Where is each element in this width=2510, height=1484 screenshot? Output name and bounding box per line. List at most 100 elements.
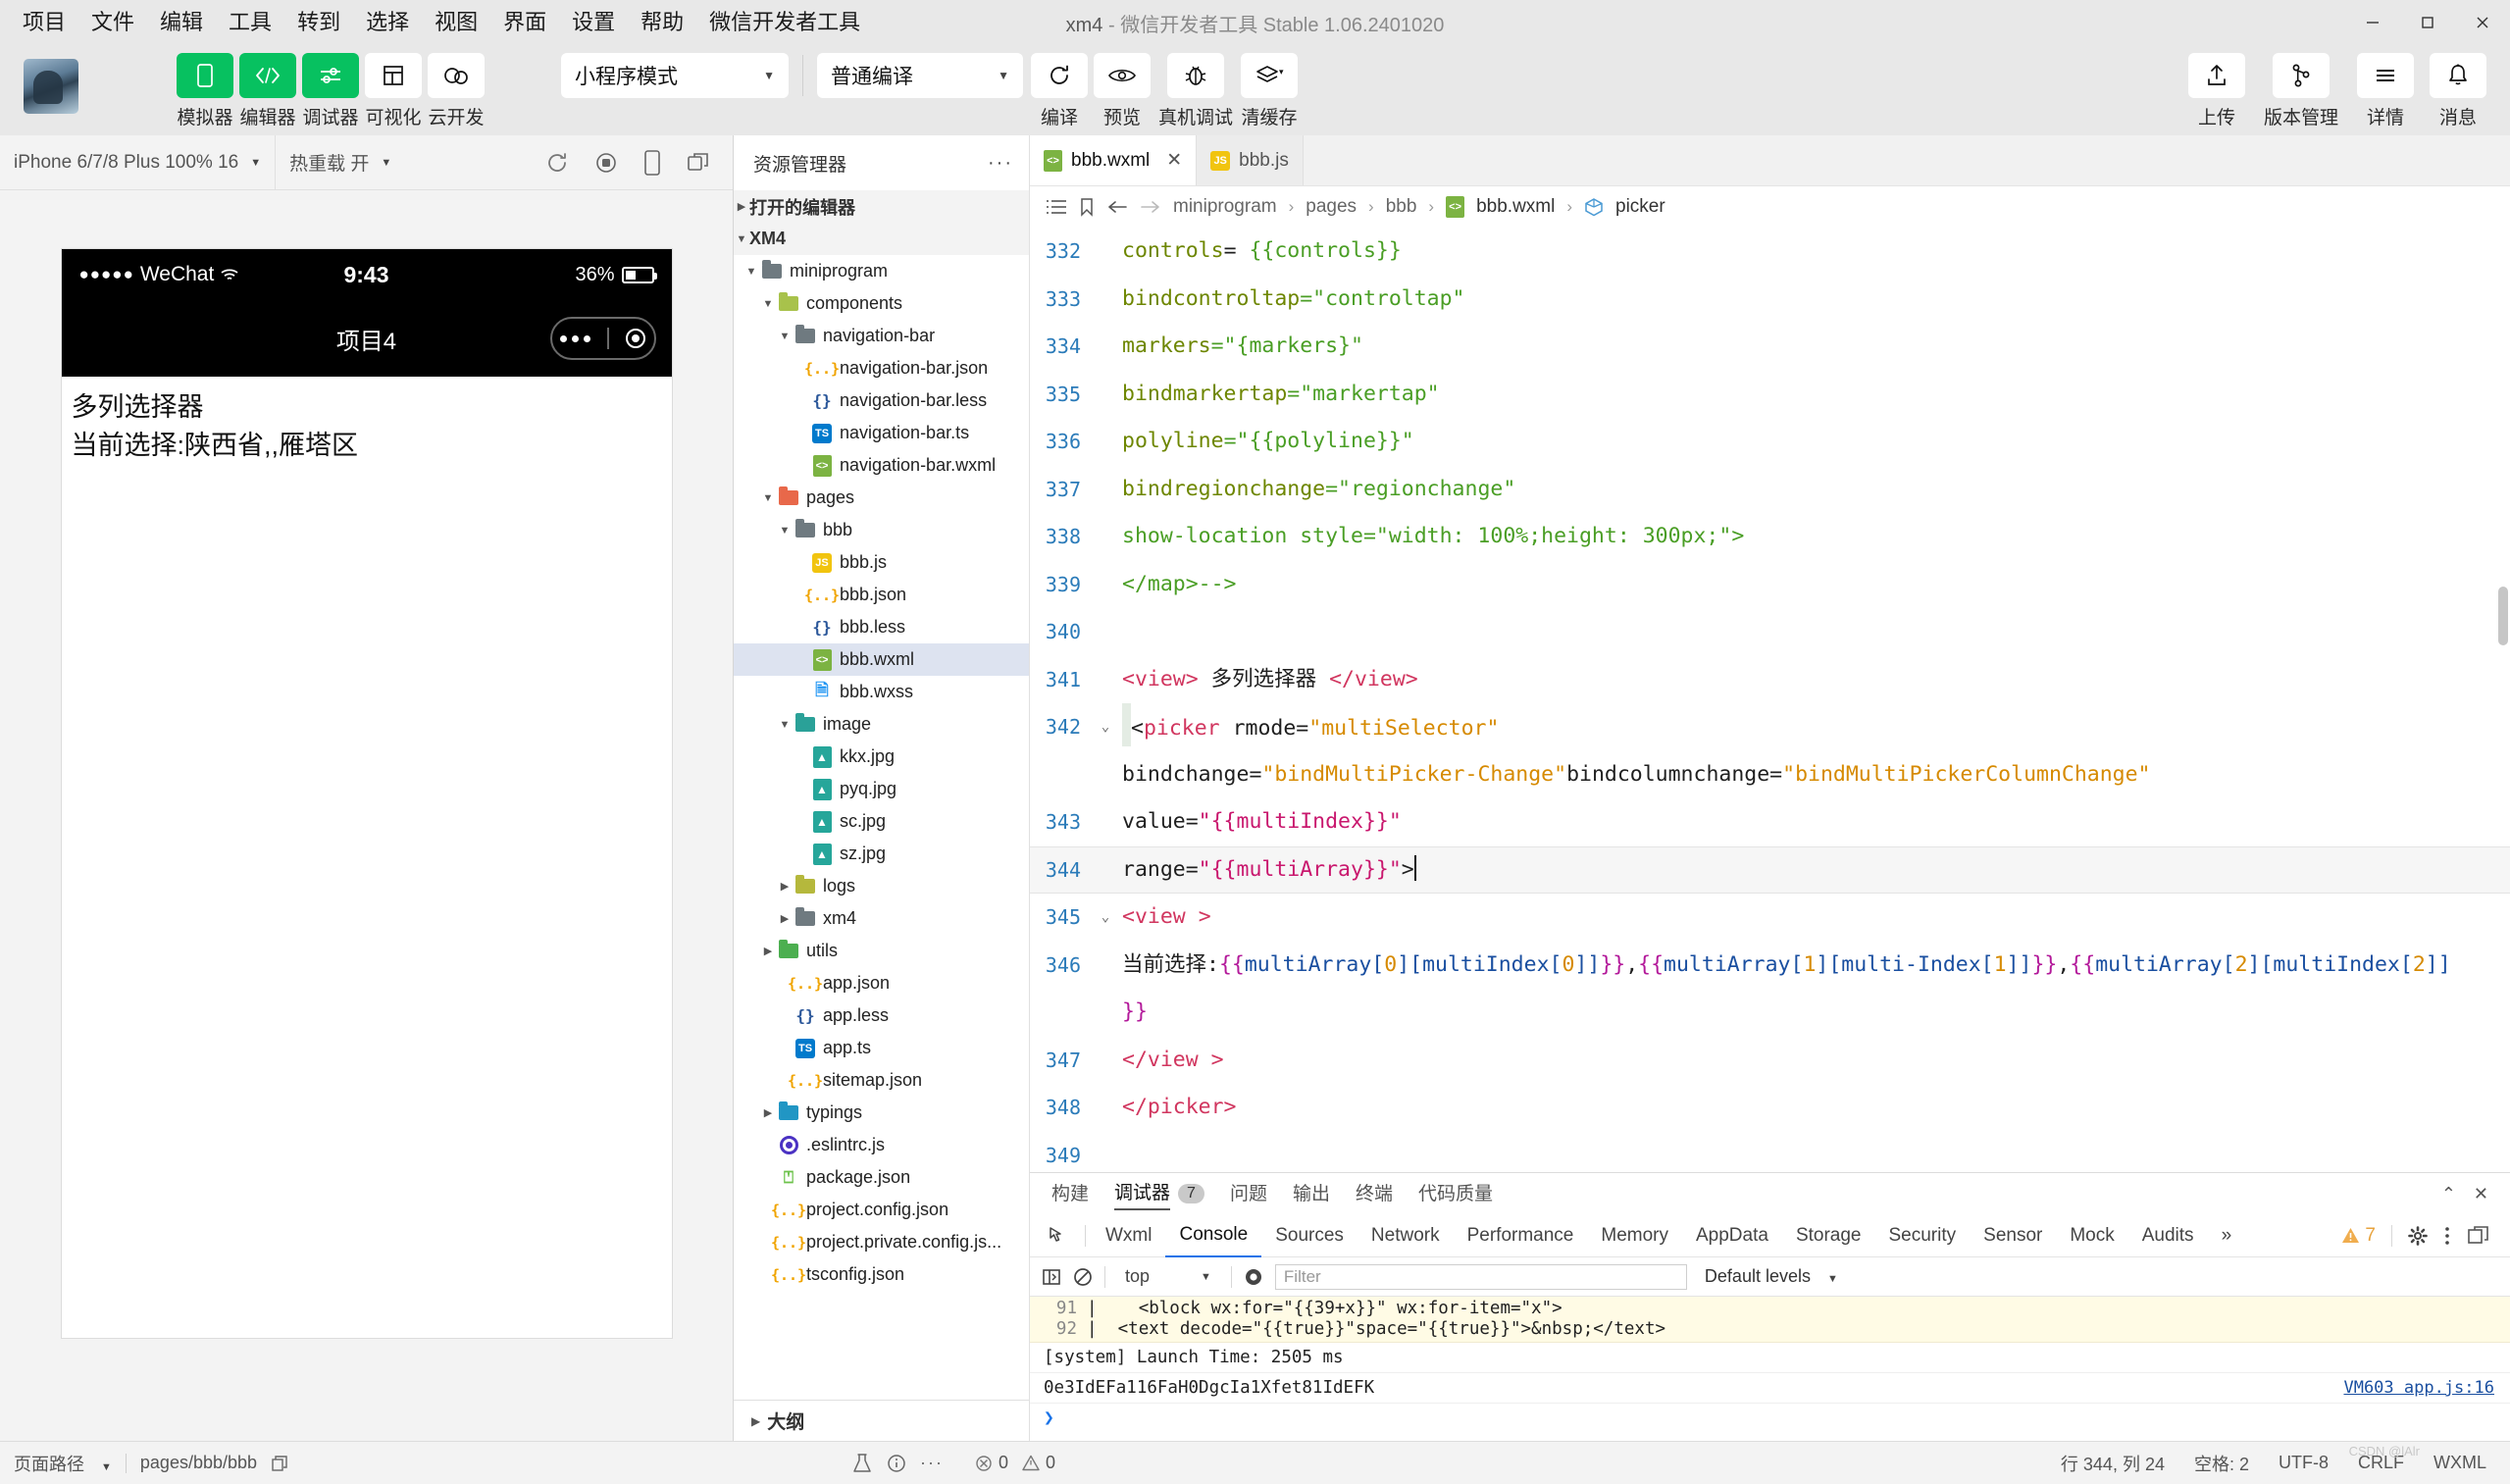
record-icon[interactable] [593, 150, 619, 176]
scrollbar-thumb[interactable] [2498, 586, 2508, 645]
chevron-right-icon[interactable]: ▶ [777, 912, 793, 925]
undock-icon[interactable] [2467, 1225, 2490, 1247]
breadcrumb-picker[interactable]: picker [1615, 196, 1665, 218]
close-button[interactable] [2455, 0, 2510, 45]
tree-item-app-less[interactable]: {} app.less [734, 999, 1029, 1032]
tree-item-project-private-config-js-[interactable]: {..} project.private.config.js... [734, 1226, 1029, 1258]
maximize-button[interactable] [2400, 0, 2455, 45]
chevron-down-icon[interactable]: ▼ [777, 331, 793, 342]
debug-tab-terminal[interactable]: 终端 [1356, 1179, 1393, 1209]
debug-tab-debugger[interactable]: 调试器 [1114, 1178, 1171, 1210]
wechat-capsule[interactable] [549, 317, 656, 360]
tree-item-navigation-bar-ts[interactable]: TS navigation-bar.ts [734, 417, 1029, 449]
devtools-tab-mock[interactable]: Mock [2056, 1215, 2127, 1256]
toolbar-cloud-toggle[interactable]: 云开发 [428, 53, 485, 129]
toolbar-version-button[interactable]: 版本管理 [2261, 53, 2341, 129]
gear-icon[interactable] [2408, 1225, 2428, 1246]
bookmark-icon[interactable] [1079, 197, 1095, 217]
breadcrumb-bbb[interactable]: bbb [1386, 196, 1417, 218]
debug-tab-problems[interactable]: 问题 [1230, 1179, 1267, 1209]
menu-item-project[interactable]: 项目 [10, 8, 78, 37]
status-more-icon[interactable]: ··· [920, 1453, 944, 1473]
status-page-path-select[interactable]: 页面路径 ▼ [14, 1451, 112, 1476]
close-icon[interactable]: ✕ [1166, 149, 1182, 172]
breadcrumb-pages[interactable]: pages [1306, 196, 1357, 218]
menu-item-view[interactable]: 视图 [422, 8, 490, 37]
tree-item-components[interactable]: ▼ components [734, 287, 1029, 320]
chevron-down-icon[interactable]: ▼ [777, 525, 793, 537]
debug-tab-codequality[interactable]: 代码质量 [1418, 1179, 1493, 1209]
console-levels-select[interactable]: Default levels ▼ [1705, 1266, 1838, 1287]
debug-tab-output[interactable]: 输出 [1293, 1179, 1330, 1209]
rotate-device-icon[interactable] [642, 149, 662, 177]
devtools-tab-performance[interactable]: Performance [1454, 1215, 1588, 1256]
tree-item-sc-jpg[interactable]: ▲ sc.jpg [734, 805, 1029, 838]
console-filter-input[interactable]: Filter [1274, 1263, 1687, 1290]
console-output[interactable]: 91 | <block wx:for="{{39+x}}" wx:for-item… [1030, 1297, 2510, 1441]
explorer-open-editors[interactable]: ▶ 打开的编辑器 [734, 190, 1029, 223]
console-filter-toggle-icon[interactable] [1244, 1267, 1263, 1287]
menu-item-help[interactable]: 帮助 [628, 8, 696, 37]
experiment-icon[interactable] [851, 1453, 873, 1474]
debug-tab-build[interactable]: 构建 [1051, 1179, 1089, 1209]
menu-item-goto[interactable]: 转到 [284, 8, 353, 37]
menu-item-interface[interactable]: 界面 [490, 8, 559, 37]
list-view-icon[interactable] [1046, 198, 1067, 216]
mode-select[interactable]: 小程序模式 ▼ [561, 53, 789, 98]
toolbar-messages-button[interactable]: 消息 [2430, 53, 2486, 129]
toolbar-details-button[interactable]: 详情 [2357, 53, 2414, 129]
tree-item-navigation-bar[interactable]: ▼ navigation-bar [734, 320, 1029, 352]
menu-item-edit[interactable]: 编辑 [147, 8, 216, 37]
tree-item-bbb-wxss[interactable]: 🗎 bbb.wxss [734, 676, 1029, 708]
menu-item-file[interactable]: 文件 [78, 8, 147, 37]
explorer-more-icon[interactable]: ··· [988, 152, 1013, 175]
tree-item-bbb[interactable]: ▼ bbb [734, 514, 1029, 546]
status-cursor-position[interactable]: 行 344, 列 24 [2061, 1451, 2165, 1476]
devtools-tab-console[interactable]: Console [1165, 1214, 1262, 1257]
tree-item-tsconfig-json[interactable]: {..} tsconfig.json [734, 1258, 1029, 1291]
devtools-more-icon[interactable] [2443, 1225, 2451, 1247]
console-context-select[interactable]: top ▼ [1117, 1266, 1219, 1287]
status-language-mode[interactable]: WXML [2433, 1453, 2486, 1473]
chevron-right-icon[interactable]: ▶ [777, 880, 793, 893]
tree-item-navigation-bar-json[interactable]: {..} navigation-bar.json [734, 352, 1029, 384]
editor-scrollbar[interactable] [2496, 228, 2510, 1172]
tree-item-sz-jpg[interactable]: ▲ sz.jpg [734, 838, 1029, 870]
console-prompt[interactable]: ❯ [1030, 1404, 2510, 1433]
toolbar-preview-button[interactable]: 预览 [1094, 53, 1151, 129]
devtools-tab-storage[interactable]: Storage [1782, 1215, 1875, 1256]
tree-item-app-ts[interactable]: TS app.ts [734, 1032, 1029, 1064]
chevron-right-icon[interactable]: ▶ [760, 1106, 776, 1119]
compile-select[interactable]: 普通编译 ▼ [817, 53, 1023, 98]
toolbar-simulator-toggle[interactable]: 模拟器 [177, 53, 233, 129]
menu-item-wechat-devtools[interactable]: 微信开发者工具 [696, 8, 873, 37]
tree-item-pages[interactable]: ▼ pages [734, 482, 1029, 514]
tree-item-sitemap-json[interactable]: {..} sitemap.json [734, 1064, 1029, 1097]
tree-item-typings[interactable]: ▶ typings [734, 1097, 1029, 1129]
tree-item-project-config-json[interactable]: {..} project.config.json [734, 1194, 1029, 1226]
breadcrumb-miniprogram[interactable]: miniprogram [1173, 196, 1277, 218]
tree-item-logs[interactable]: ▶ logs [734, 870, 1029, 902]
detach-window-icon[interactable] [686, 150, 711, 176]
console-source-link[interactable]: VM603 app.js:16 [2343, 1373, 2494, 1404]
chevron-down-icon[interactable]: ▼ [743, 266, 759, 278]
toolbar-debugger-toggle[interactable]: 调试器 [302, 53, 359, 129]
status-encoding[interactable]: UTF-8 [2279, 1453, 2329, 1473]
tree-item-xm4[interactable]: ▶ xm4 [734, 902, 1029, 935]
info-icon[interactable] [887, 1454, 906, 1473]
tree-item-utils[interactable]: ▶ utils [734, 935, 1029, 967]
tree-item--eslintrc-js[interactable]: .eslintrc.js [734, 1129, 1029, 1161]
devtools-tab-network[interactable]: Network [1357, 1215, 1454, 1256]
toolbar-editor-toggle[interactable]: 编辑器 [239, 53, 296, 129]
chevron-right-icon[interactable]: ▶ [760, 945, 776, 957]
avatar[interactable] [24, 59, 78, 114]
tree-item-bbb-json[interactable]: {..} bbb.json [734, 579, 1029, 611]
tree-item-pyq-jpg[interactable]: ▲ pyq.jpg [734, 773, 1029, 805]
nav-forward-icon[interactable] [1140, 199, 1161, 215]
nav-back-icon[interactable] [1106, 199, 1128, 215]
refresh-icon[interactable] [544, 150, 570, 176]
menu-item-select[interactable]: 选择 [353, 8, 422, 37]
menu-item-tools[interactable]: 工具 [216, 8, 284, 37]
toolbar-compile-button[interactable]: 编译 [1031, 53, 1088, 129]
devtools-more-tabs-icon[interactable]: » [2208, 1215, 2246, 1256]
